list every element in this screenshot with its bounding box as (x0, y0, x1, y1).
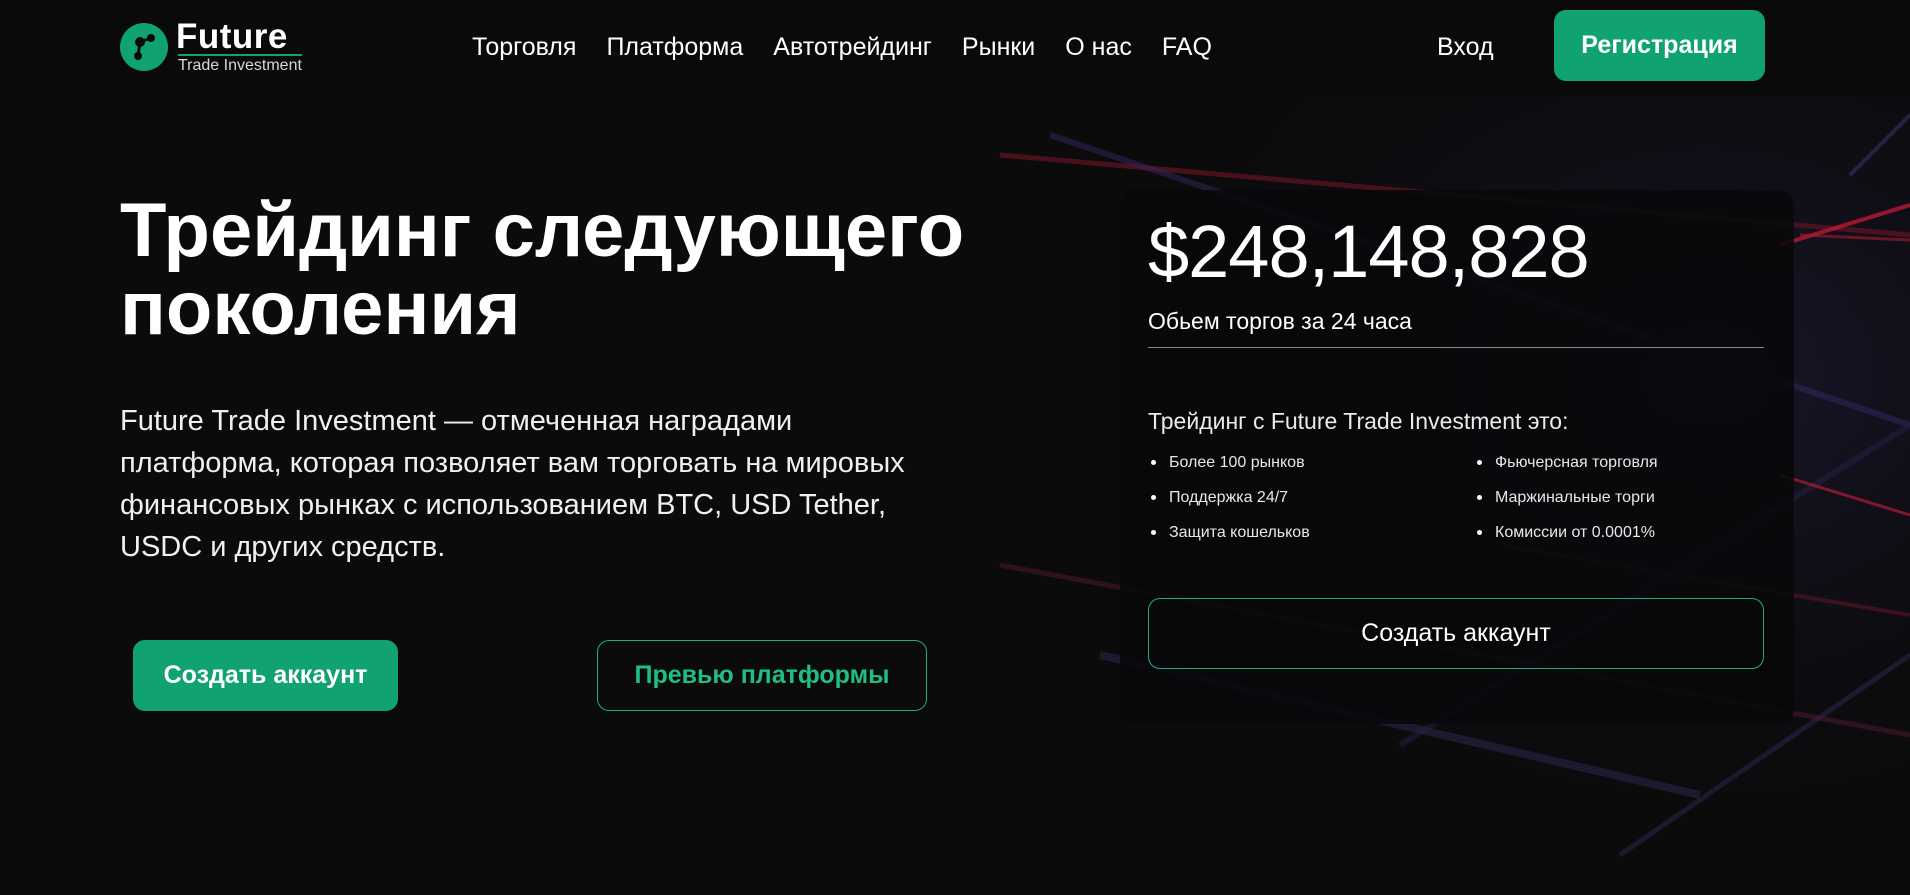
feature-item: Фьючерсная торговля (1474, 452, 1764, 473)
bullet-icon (1151, 460, 1156, 465)
divider (1148, 347, 1764, 348)
feature-item: Защита кошельков (1148, 522, 1474, 543)
features-list: Более 100 рынков Фьючерсная торговля Под… (1148, 452, 1764, 543)
feature-item: Более 100 рынков (1148, 452, 1474, 473)
bullet-icon (1477, 495, 1482, 500)
trading-volume-label: Обьем торгов за 24 часа (1148, 308, 1412, 334)
login-link[interactable]: Вход (1437, 30, 1494, 64)
feature-label: Защита кошельков (1169, 523, 1310, 541)
register-button[interactable]: Регистрация (1554, 10, 1765, 81)
logo-title: Future (176, 16, 288, 56)
nav-item-platform[interactable]: Платформа (606, 30, 743, 64)
feature-label: Маржинальные торги (1495, 488, 1655, 506)
feature-item: Маржинальные торги (1474, 487, 1764, 508)
nav-item-trading[interactable]: Торговля (472, 30, 576, 64)
logo[interactable]: Future Trade Investment (120, 18, 302, 76)
hero-description: Future Trade Investment — отмеченная наг… (120, 405, 905, 563)
feature-label: Фьючерсная торговля (1495, 453, 1658, 471)
create-account-button[interactable]: Создать аккаунт (133, 640, 398, 711)
logo-subtitle: Trade Investment (178, 53, 302, 75)
feature-label: Более 100 рынков (1169, 453, 1305, 471)
feature-label: Поддержка 24/7 (1169, 488, 1289, 506)
bullet-icon (1477, 530, 1482, 535)
bullet-icon (1151, 495, 1156, 500)
hero-title: Трейдинг следующего поколения (120, 188, 965, 351)
trading-volume-value: $248,148,828 (1148, 210, 1590, 293)
features-title: Трейдинг с Future Trade Investment это: (1148, 408, 1569, 434)
feature-item: Поддержка 24/7 (1148, 487, 1474, 508)
top-header: Future Trade Investment Торговля Платфор… (0, 0, 1910, 95)
nav-item-faq[interactable]: FAQ (1162, 30, 1212, 64)
nav-item-autotrading[interactable]: Автотрейдинг (773, 30, 932, 64)
stats-card: $248,148,828 Обьем торгов за 24 часа Тре… (1120, 190, 1794, 724)
feature-label: Комиссии от 0.0001% (1495, 523, 1655, 541)
main-nav: Торговля Платформа Автотрейдинг Рынки О … (472, 30, 1242, 64)
bullet-icon (1151, 530, 1156, 535)
nav-item-about[interactable]: О нас (1065, 30, 1132, 64)
card-create-account-button[interactable]: Создать аккаунт (1148, 598, 1764, 669)
bullet-icon (1477, 460, 1482, 465)
platform-preview-button[interactable]: Превью платформы (597, 640, 927, 711)
logo-icon (120, 23, 168, 71)
nav-item-markets[interactable]: Рынки (962, 30, 1035, 64)
feature-item: Комиссии от 0.0001% (1474, 522, 1764, 543)
